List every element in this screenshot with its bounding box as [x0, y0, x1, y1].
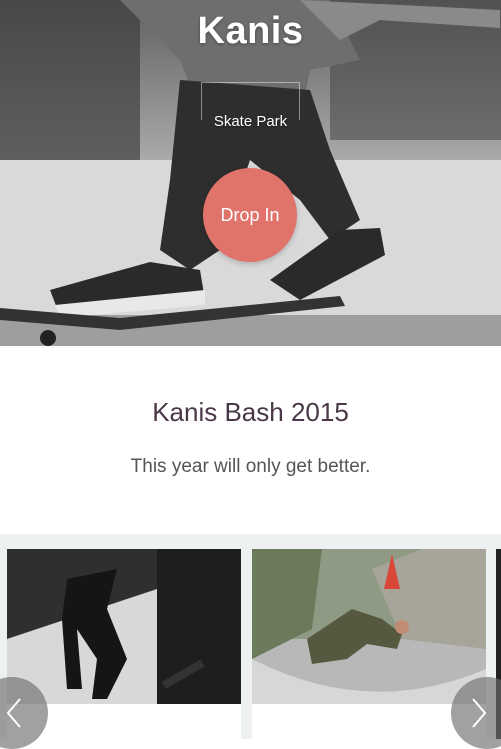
site-subtitle: Skate Park	[213, 113, 288, 130]
photo-gallery	[0, 534, 501, 739]
chevron-left-icon	[6, 698, 21, 728]
drop-in-button[interactable]: Drop In	[203, 168, 297, 262]
event-title: Kanis Bash 2015	[152, 397, 349, 427]
gallery-prev-button[interactable]	[0, 677, 48, 749]
site-title: Kanis	[197, 10, 304, 52]
gallery-next-button[interactable]	[451, 677, 501, 749]
event-description: This year will only get better.	[130, 456, 371, 477]
hero-section: Kanis Skate Park Drop In	[0, 0, 501, 346]
chevron-right-icon	[472, 698, 487, 728]
